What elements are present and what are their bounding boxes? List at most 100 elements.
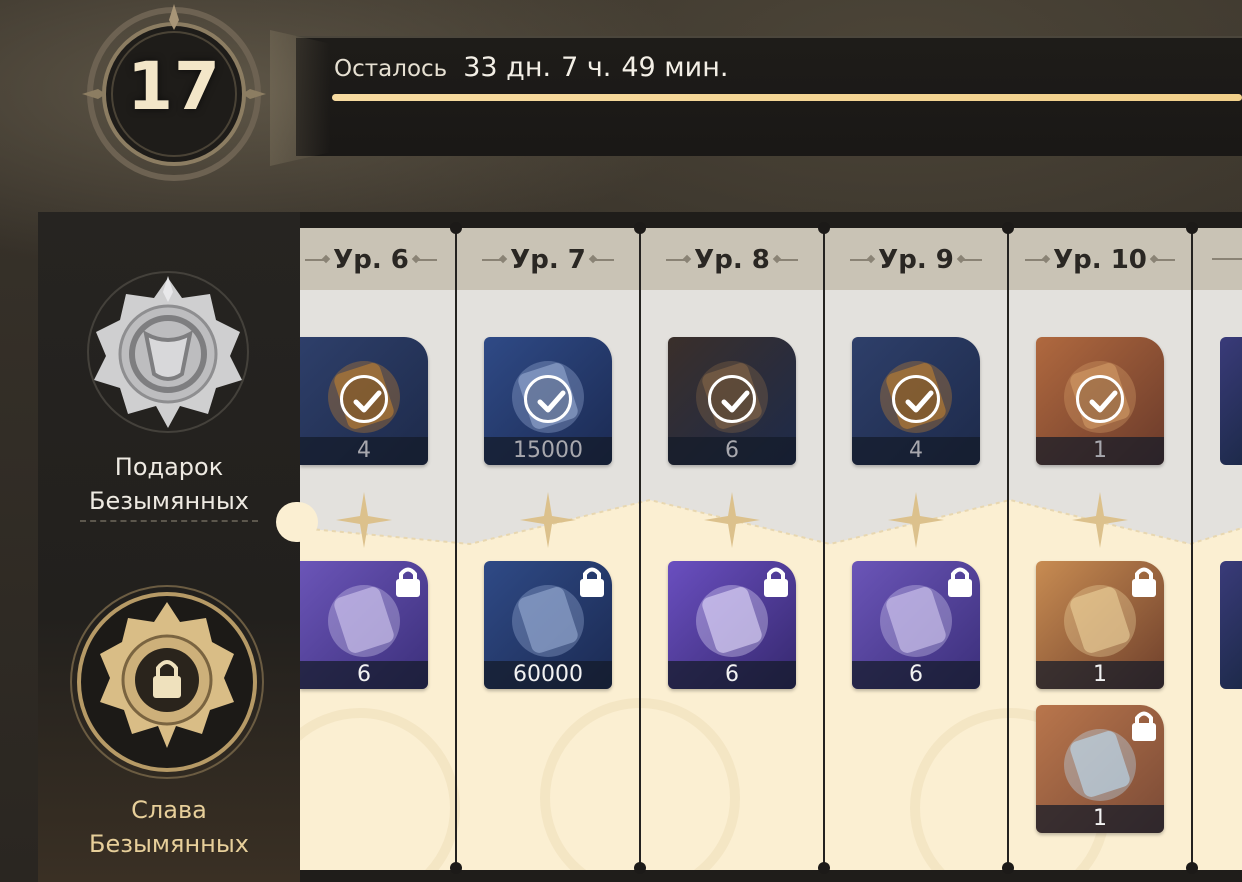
track-tab-notch: [276, 502, 318, 542]
lock-icon: [948, 567, 972, 597]
reward-count: 6: [300, 661, 428, 689]
lock-icon: [580, 567, 604, 597]
paid-reward-item[interactable]: 1: [1036, 705, 1164, 833]
reward-count: 15000: [484, 437, 612, 465]
level-label: Ур. 10: [1008, 240, 1192, 280]
divider-dot-icon: [634, 222, 646, 234]
free-reward-item[interactable]: 4: [300, 337, 428, 465]
claimed-check-icon: [1076, 375, 1124, 423]
level-column: Ур. 7 15000 60000: [456, 228, 640, 870]
level-label-text: Ур. 10: [1053, 245, 1147, 275]
paid-reward-item[interactable]: 1: [1036, 561, 1164, 689]
lock-icon: [764, 567, 788, 597]
reward-count: 1: [1036, 661, 1164, 689]
level-progress-bar: [332, 94, 1242, 101]
level-column: Ур. 10 1 1 1: [1008, 228, 1192, 870]
time-remaining-label: Осталось: [334, 56, 448, 82]
label-ornament-right-icon: [414, 259, 437, 261]
column-divider: [455, 228, 457, 870]
hours-value: 7 ч.: [561, 52, 612, 83]
sparkle-divider-icon: [518, 490, 578, 550]
reward-count: 60000: [484, 661, 612, 689]
sparkle-divider-icon: [886, 490, 946, 550]
paid-track-title-line2: Безымянных: [88, 830, 250, 858]
label-ornament-right-icon: [959, 259, 982, 261]
level-medal: 17: [78, 0, 270, 188]
level-column: Ур. 9 4 6: [824, 228, 1008, 870]
label-ornament-left-icon: [850, 259, 873, 261]
minutes-value: 49 мин.: [621, 52, 729, 83]
paid-reward-item[interactable]: 6: [668, 561, 796, 689]
paid-reward-item[interactable]: 6: [852, 561, 980, 689]
level-label-text: Ур. 6: [333, 245, 409, 275]
label-ornament-left-icon: [1025, 259, 1048, 261]
next-reward-item[interactable]: [1220, 337, 1242, 465]
label-ornament-left-icon: [305, 259, 328, 261]
reward-count: 4: [852, 437, 980, 465]
paid-track-title-line1: Слава: [131, 796, 207, 824]
level-label: Ур. 6: [300, 240, 456, 280]
lock-icon: [1132, 567, 1156, 597]
sparkle-divider-icon: [334, 490, 394, 550]
free-track-title-line2: Безымянных: [88, 487, 250, 515]
level-label-text: Ур. 7: [510, 245, 586, 275]
reward-count: 6: [852, 661, 980, 689]
free-track-emblem-icon: [87, 271, 249, 433]
reward-count: 4: [300, 437, 428, 465]
paid-reward-item[interactable]: 6: [300, 561, 428, 689]
paid-track-title: Слава Безымянных: [38, 793, 300, 861]
free-reward-item[interactable]: 4: [852, 337, 980, 465]
level-label-text: Ур. 8: [694, 245, 770, 275]
claimed-check-icon: [708, 375, 756, 423]
label-ornament-right-icon: [775, 259, 798, 261]
level-column: Ур. 8 6 6: [640, 228, 824, 870]
reward-count: 6: [668, 661, 796, 689]
free-reward-item[interactable]: 15000: [484, 337, 612, 465]
column-divider: [639, 228, 641, 870]
label-ornament-left-icon: [666, 259, 689, 261]
level-label: Ур. 9: [824, 240, 1008, 280]
claimed-check-icon: [892, 375, 940, 423]
level-label-text: Ур. 9: [878, 245, 954, 275]
free-reward-item[interactable]: 1: [1036, 337, 1164, 465]
lock-icon: [1132, 711, 1156, 741]
divider-dot-icon: [450, 222, 462, 234]
next-reward-item[interactable]: [1220, 561, 1242, 689]
divider-dot-icon: [1186, 862, 1198, 874]
claimed-check-icon: [524, 375, 572, 423]
claimed-check-icon: [340, 375, 388, 423]
label-ornament-left-icon: [1212, 258, 1242, 260]
level-label: Ур. 7: [456, 240, 640, 280]
divider-dot-icon: [1002, 222, 1014, 234]
label-ornament-right-icon: [1152, 259, 1175, 261]
column-divider: [1191, 228, 1193, 870]
level-number: 17: [127, 48, 221, 125]
column-divider: [823, 228, 825, 870]
level-progress-fill: [332, 94, 1242, 101]
free-track-title-line1: Подарок: [114, 453, 224, 481]
column-divider: [1007, 228, 1009, 870]
divider-dot-icon: [634, 862, 646, 874]
lock-icon: [396, 567, 420, 597]
divider-dot-icon: [818, 222, 830, 234]
sparkle-divider-icon: [702, 490, 762, 550]
reward-grid[interactable]: Ур. 6 4 6 Ур. 7 15000 60000 Ур. 8 6 6 Ур. 9 4 6 Ур. …: [300, 228, 1242, 870]
label-ornament-left-icon: [482, 259, 505, 261]
reward-count: 1: [1036, 437, 1164, 465]
label-ornament-right-icon: [591, 259, 614, 261]
time-remaining: Осталось 33 дн. 7 ч. 49 мин.: [334, 52, 728, 83]
free-track-divider: [80, 520, 258, 522]
reward-count: 6: [668, 437, 796, 465]
divider-dot-icon: [818, 862, 830, 874]
paid-reward-item[interactable]: 60000: [484, 561, 612, 689]
divider-dot-icon: [1002, 862, 1014, 874]
divider-dot-icon: [450, 862, 462, 874]
level-label: Ур. 8: [640, 240, 824, 280]
sparkle-divider-icon: [1070, 490, 1130, 550]
days-value: 33 дн.: [463, 52, 552, 83]
paid-track-emblem-icon: [70, 585, 264, 779]
reward-count: 1: [1036, 805, 1164, 833]
free-reward-item[interactable]: 6: [668, 337, 796, 465]
divider-dot-icon: [1186, 222, 1198, 234]
free-track-title: Подарок Безымянных: [38, 450, 300, 518]
